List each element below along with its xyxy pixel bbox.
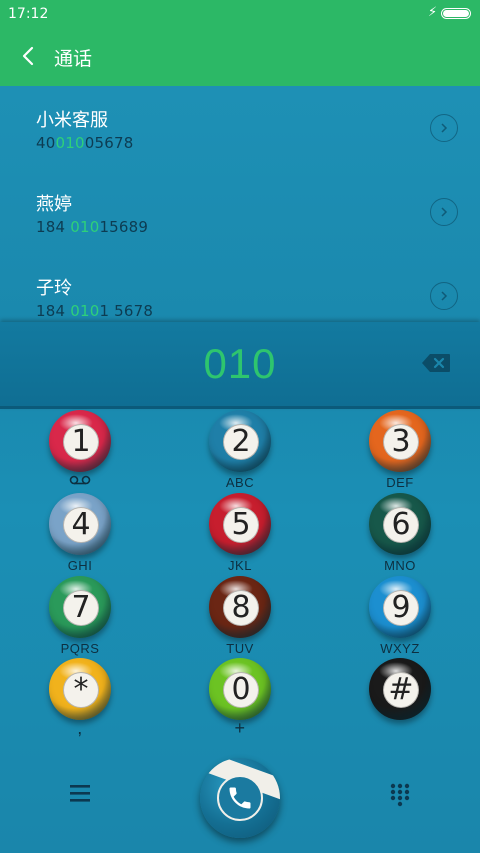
contact-number: 184 0101 5678 bbox=[36, 302, 154, 320]
billiard-ball-icon: * bbox=[49, 658, 111, 720]
charging-icon: ⚡ bbox=[428, 5, 438, 20]
key-7[interactable]: 7 PQRS bbox=[40, 576, 120, 656]
dial-input-bar: 010 bbox=[0, 322, 480, 409]
key-digit: 9 bbox=[383, 590, 419, 626]
contact-number: 4001005678 bbox=[36, 134, 134, 152]
contact-number: 184 01015689 bbox=[36, 218, 149, 236]
chevron-right-icon[interactable] bbox=[430, 198, 458, 226]
call-button[interactable] bbox=[200, 758, 280, 838]
key-letters: PQRS bbox=[60, 641, 100, 656]
contact-name: 小米客服 bbox=[36, 110, 108, 131]
key-star[interactable]: *, bbox=[40, 658, 120, 738]
key-6[interactable]: 6 MNO bbox=[360, 493, 440, 573]
key-digit: 5 bbox=[223, 507, 259, 543]
key-5[interactable]: 5 JKL bbox=[200, 493, 280, 573]
key-9[interactable]: 9 WXYZ bbox=[360, 576, 440, 656]
billiard-ball-icon: 6 bbox=[369, 493, 431, 555]
contact-name: 燕婷 bbox=[36, 194, 72, 215]
billiard-ball-icon: 0 bbox=[209, 658, 271, 720]
billiard-ball-icon: 5 bbox=[209, 493, 271, 555]
key-letters: MNO bbox=[384, 558, 416, 573]
key-digit: 0 bbox=[223, 672, 259, 708]
billiard-ball-icon: 2 bbox=[209, 410, 271, 472]
dialpad-icon[interactable] bbox=[388, 782, 412, 808]
app-header: 通话 bbox=[0, 28, 480, 86]
billiard-ball-icon: # bbox=[369, 658, 431, 720]
list-item[interactable]: 小米客服 4001005678 bbox=[0, 86, 480, 170]
billiard-ball-icon: 1 bbox=[49, 410, 111, 472]
chevron-right-icon[interactable] bbox=[430, 114, 458, 142]
key-8[interactable]: 8 TUV bbox=[200, 576, 280, 656]
status-bar: 17:12 ⚡ bbox=[0, 0, 480, 28]
key-letters: ABC bbox=[225, 475, 255, 490]
key-digit: * bbox=[63, 672, 99, 708]
backspace-icon[interactable] bbox=[420, 352, 452, 374]
bottom-bar bbox=[0, 750, 480, 853]
billiard-ball-icon: 4 bbox=[49, 493, 111, 555]
key-letters: TUV bbox=[226, 641, 254, 656]
key-letters: WXYZ bbox=[380, 641, 420, 656]
key-1[interactable]: 1 bbox=[40, 410, 120, 490]
billiard-ball-icon: 3 bbox=[369, 410, 431, 472]
key-digit: # bbox=[383, 672, 419, 708]
phone-icon bbox=[217, 775, 263, 821]
key-0[interactable]: 0 + bbox=[200, 658, 280, 738]
chevron-right-icon[interactable] bbox=[430, 282, 458, 310]
contact-name: 子玲 bbox=[36, 278, 72, 299]
key-letters: DEF bbox=[386, 475, 414, 490]
key-digit: 6 bbox=[383, 507, 419, 543]
billiard-ball-icon: 9 bbox=[369, 576, 431, 638]
back-arrow-icon[interactable] bbox=[18, 44, 40, 68]
key-digit: 2 bbox=[223, 424, 259, 460]
dialed-number[interactable]: 010 bbox=[0, 340, 480, 388]
billiard-ball-icon: 8 bbox=[209, 576, 271, 638]
key-digit: 7 bbox=[63, 590, 99, 626]
list-item[interactable]: 燕婷 184 01015689 bbox=[0, 170, 480, 254]
key-letters: GHI bbox=[67, 558, 93, 573]
key-digit: 3 bbox=[383, 424, 419, 460]
key-digit: 8 bbox=[223, 590, 259, 626]
menu-icon[interactable] bbox=[68, 782, 92, 804]
key-4[interactable]: 4 GHI bbox=[40, 493, 120, 573]
voicemail-icon bbox=[40, 475, 120, 490]
battery-icon bbox=[441, 8, 471, 19]
key-letters: , bbox=[77, 718, 83, 738]
key-3[interactable]: 3 DEF bbox=[360, 410, 440, 490]
key-hash[interactable]: # bbox=[360, 658, 440, 738]
key-letters: + bbox=[234, 718, 246, 738]
key-digit: 1 bbox=[63, 424, 99, 460]
key-letters: JKL bbox=[228, 558, 252, 573]
key-digit: 4 bbox=[63, 507, 99, 543]
billiard-ball-icon: 7 bbox=[49, 576, 111, 638]
page-title: 通话 bbox=[54, 48, 93, 70]
list-item[interactable]: 子玲 184 0101 5678 bbox=[0, 254, 480, 322]
key-2[interactable]: 2 ABC bbox=[200, 410, 280, 490]
contact-list: 小米客服 4001005678 燕婷 184 01015689 子玲 184 0… bbox=[0, 86, 480, 322]
status-time: 17:12 bbox=[8, 6, 49, 22]
